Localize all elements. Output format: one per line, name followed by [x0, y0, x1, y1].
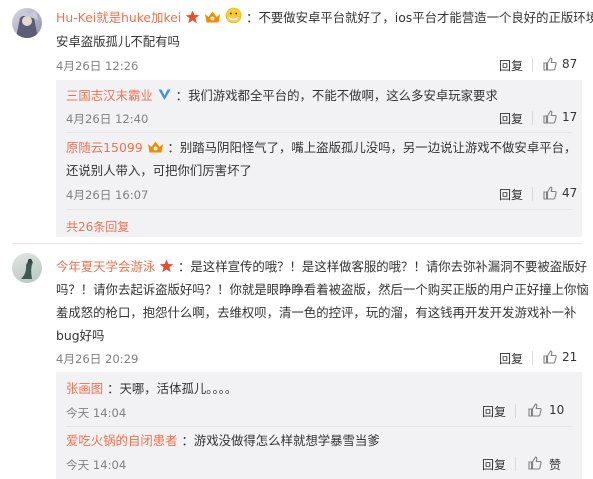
- vip-crown-icon: [205, 11, 221, 23]
- star-badge-icon: [159, 259, 174, 273]
- thumbs-up-icon[interactable]: [543, 350, 557, 364]
- verified-v-badge-icon: [158, 89, 171, 100]
- like-label[interactable]: 赞: [549, 456, 561, 473]
- reply-timestamp: 4月26日 12:40: [66, 112, 149, 126]
- reply-timestamp: 今天 14:04: [66, 406, 127, 420]
- reply-text: ：天哪，活体孤儿。。。。: [107, 381, 238, 396]
- star-badge-icon: [185, 10, 200, 24]
- comment-text: 羞成怒的枪口，抱怨什么啊，去维权呗，清一色的控评，玩的溜，有这钱再开发开发游戏补…: [56, 305, 577, 320]
- divider: [532, 351, 533, 365]
- comment-text: 吗？！请你去起诉盗版好吗？！你就是眼睁睁看着被盗版，然后一个购买正版的用户正好撞…: [56, 282, 589, 297]
- comment-line: bug好吗: [56, 325, 104, 346]
- comment-text: 安卓盗版孤儿不配有吗: [56, 34, 180, 49]
- reply-button[interactable]: 回复: [482, 403, 506, 420]
- comment-text: ：是这样宣传的哦？！是这样做客服的哦？！请你去弥补漏洞不要被盗版好: [178, 259, 587, 274]
- like-count: 47: [562, 186, 578, 200]
- reply-username[interactable]: 爱吃火锅的自闭患者: [66, 433, 178, 448]
- comment-timestamp: 4月26日 20:29: [56, 352, 139, 366]
- reply-username[interactable]: 三国志汉末霸业: [66, 88, 153, 103]
- reply-text: ：我们游戏都全平台的，不能不做啊，这么多安卓玩家要求: [175, 88, 498, 103]
- divider: [515, 457, 516, 471]
- comment-text: bug好吗: [56, 328, 105, 343]
- reply-line: 张画图 ：天哪，活体孤儿。。。。: [66, 378, 237, 399]
- like-count: 17: [562, 110, 578, 124]
- fan-badge-icon: [147, 141, 163, 153]
- like-count: 87: [562, 57, 578, 71]
- reply-line: 爱吃火锅的自闭患者 ：游戏没做得怎么样就想学暴雪当爹: [66, 430, 380, 451]
- reply-button[interactable]: 回复: [482, 456, 506, 473]
- comment-line: 羞成怒的枪口，抱怨什么啊，去维权呗，清一色的控评，玩的溜，有这钱再开发开发游戏补…: [56, 302, 576, 323]
- reply-timestamp: 今天 14:04: [66, 458, 127, 472]
- reply-timestamp: 4月26日 16:07: [66, 188, 149, 202]
- divider: [532, 187, 533, 201]
- comment-text: ：不要做安卓平台就好了，ios平台才能营造一个良好的正版环境，: [246, 10, 593, 25]
- reply-line: 三国志汉末霸业 ：我们游戏都全平台的，不能不做啊，这么多安卓玩家要求: [66, 85, 498, 106]
- comment-line: 吗？！请你去起诉盗版好吗？！你就是眼睁睁看着被盗版，然后一个购买正版的用户正好撞…: [56, 279, 589, 300]
- reply-line: 原随云15099 ：别踏马阴阳怪气了，嘴上盗版孤儿没吗，另一边说让游戏不做安卓平…: [66, 137, 576, 158]
- avatar-image: [21, 258, 33, 279]
- reply-button[interactable]: 回复: [499, 350, 523, 367]
- comment-line: Hu-Kei就是huke加kei ：不要做安卓平台就好了，ios平台才能营造一个…: [56, 7, 593, 28]
- divider: [515, 404, 516, 418]
- reply-text: ：游戏没做得怎么样就想学暴雪当爹: [181, 433, 380, 448]
- reply-line: 还说别人带入，可把你们厉害坏了: [66, 160, 252, 181]
- comment-separator: [12, 243, 582, 244]
- comment-username[interactable]: Hu-Kei就是huke加kei: [56, 10, 181, 25]
- reply-separator: [66, 209, 572, 210]
- reply-separator: [66, 426, 572, 427]
- reply-button[interactable]: 回复: [499, 57, 523, 74]
- more-replies-link[interactable]: 共26条回复: [66, 218, 129, 235]
- reply-text: 还说别人带入，可把你们厉害坏了: [66, 163, 252, 178]
- divider: [532, 58, 533, 72]
- comment-username[interactable]: 今年夏天学会游泳: [56, 259, 155, 274]
- comment-timestamp: 4月26日 12:26: [56, 59, 139, 73]
- reply-separator: [66, 132, 572, 133]
- thumbs-up-icon[interactable]: [543, 57, 557, 71]
- divider: [532, 111, 533, 125]
- reply-text: ：别踏马阴阳怪气了，嘴上盗版孤儿没吗，另一边说让游戏不做安卓平台，: [167, 140, 577, 155]
- avatar[interactable]: [12, 8, 42, 38]
- avatar-image: [16, 10, 38, 38]
- comment-line: 今年夏天学会游泳 ：是这样宣传的哦？！是这样做客服的哦？！请你去弥补漏洞不要被盗…: [56, 256, 587, 277]
- thumbs-up-icon[interactable]: [528, 456, 542, 470]
- like-count: 10: [549, 403, 565, 417]
- reply-button[interactable]: 回复: [499, 186, 523, 203]
- thumbs-up-icon[interactable]: [543, 186, 557, 200]
- mask-face-emoji-icon: [225, 7, 242, 24]
- thumbs-up-icon[interactable]: [543, 110, 557, 124]
- reply-username[interactable]: 原随云15099: [66, 140, 143, 155]
- like-count: 21: [562, 350, 578, 364]
- reply-button[interactable]: 回复: [499, 110, 523, 127]
- thumbs-up-icon[interactable]: [528, 403, 542, 417]
- avatar[interactable]: [12, 253, 42, 283]
- comment-line: 安卓盗版孤儿不配有吗: [56, 31, 180, 52]
- reply-username[interactable]: 张画图: [66, 381, 103, 396]
